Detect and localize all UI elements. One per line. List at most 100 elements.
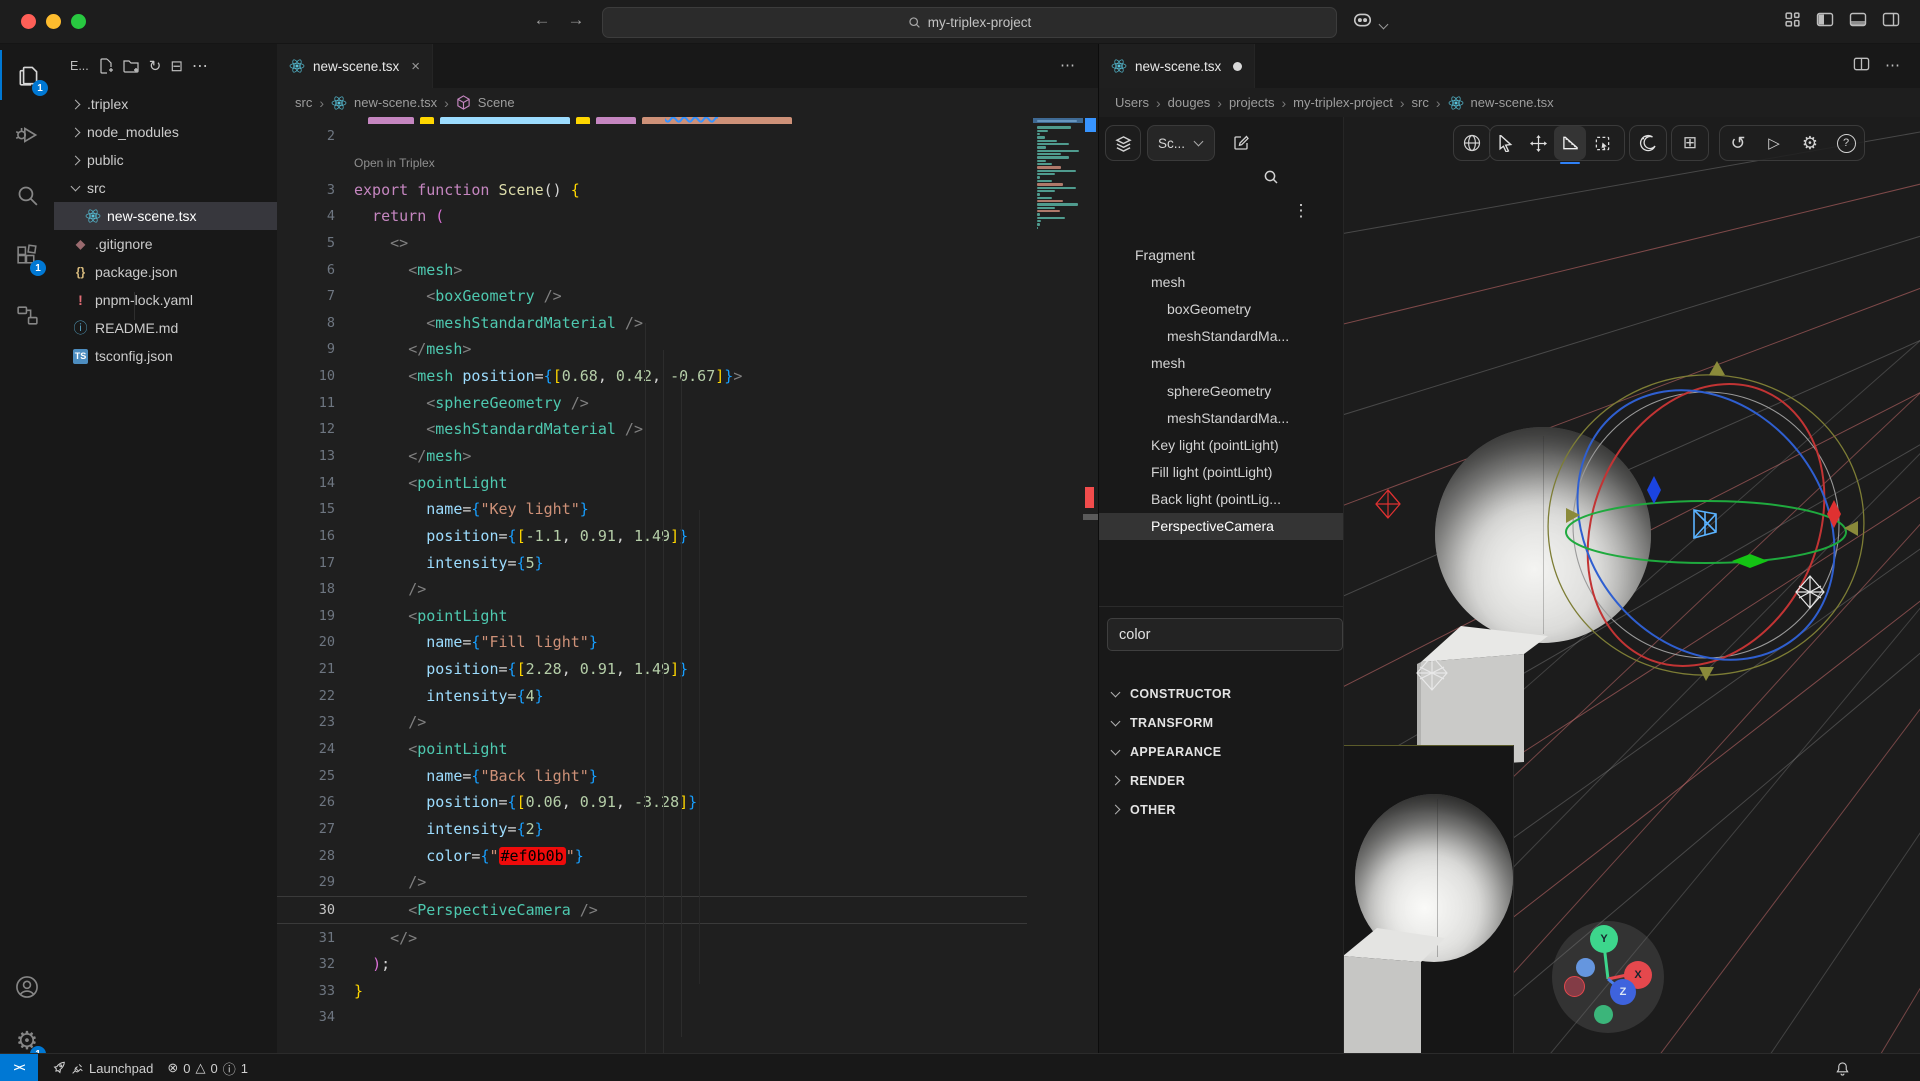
- section-appearance[interactable]: APPEARANCE: [1099, 737, 1343, 766]
- code-line-7[interactable]: 7 <boxGeometry />: [277, 283, 1027, 310]
- minimap[interactable]: [1035, 117, 1081, 1053]
- breadcrumb-item[interactable]: my-triplex-project: [1293, 95, 1393, 110]
- code-line-2[interactable]: 2: [277, 123, 1027, 150]
- navigation-gizmo[interactable]: Y X Z: [1552, 921, 1664, 1033]
- axis-neg-ball[interactable]: [1576, 958, 1595, 977]
- file-item-pnpm-lock-yaml[interactable]: !pnpm-lock.yaml: [54, 286, 277, 314]
- notifications-bell[interactable]: [1835, 1061, 1850, 1076]
- props-filter-input[interactable]: [1107, 618, 1343, 651]
- file-item-readme-md[interactable]: ⓘREADME.md: [54, 314, 277, 342]
- point-light-helper-key[interactable]: [1375, 489, 1401, 519]
- code-line-27[interactable]: 27 intensity={2}: [277, 816, 1027, 843]
- code-line-29[interactable]: 29 />: [277, 869, 1027, 896]
- launchpad-item[interactable]: Launchpad: [52, 1061, 153, 1076]
- scene-node-meshstandardma-[interactable]: meshStandardMa...: [1099, 404, 1343, 431]
- breadcrumb[interactable]: src›new-scene.tsx›Scene: [277, 88, 1098, 117]
- scene-node-perspectivecamera[interactable]: PerspectiveCamera: [1099, 513, 1343, 540]
- split-editor-icon[interactable]: [1853, 56, 1870, 72]
- scene-node-spheregeometry[interactable]: sphereGeometry: [1099, 377, 1343, 404]
- chevron-down-icon[interactable]: [1380, 15, 1389, 33]
- new-folder-icon[interactable]: [123, 58, 140, 74]
- code-line-4[interactable]: 4 return (: [277, 203, 1027, 230]
- file-item-node-modules[interactable]: node_modules: [54, 118, 277, 146]
- close-icon[interactable]: ×: [411, 58, 420, 75]
- file-item-package-json[interactable]: {}package.json: [54, 258, 277, 286]
- copilot-icon[interactable]: [1352, 11, 1373, 30]
- code-line-26[interactable]: 26 position={[0.06, 0.91, -3.28]}: [277, 789, 1027, 816]
- scene-node-fill-light-pointlight-[interactable]: Fill light (pointLight): [1099, 459, 1343, 486]
- section-other[interactable]: OTHER: [1099, 795, 1343, 824]
- code-line-25[interactable]: 25 name={"Back light"}: [277, 762, 1027, 789]
- overview-ruler[interactable]: [1083, 117, 1098, 1053]
- file-item-src[interactable]: src: [54, 174, 277, 202]
- file-item--triplex[interactable]: .triplex: [54, 90, 277, 118]
- refresh-icon[interactable]: ↻: [149, 57, 162, 75]
- globe-button[interactable]: [1453, 125, 1491, 161]
- code-line-30[interactable]: 30 <PerspectiveCamera />: [277, 896, 1027, 925]
- code-line-20[interactable]: 20 name={"Fill light"}: [277, 629, 1027, 656]
- breadcrumb-item[interactable]: src: [295, 95, 312, 110]
- section-constructor[interactable]: CONSTRUCTOR: [1099, 679, 1343, 708]
- section-render[interactable]: RENDER: [1099, 766, 1343, 795]
- code-area[interactable]: xxxxxxxx 2Open in Triplex3export functio…: [277, 117, 1098, 1053]
- editor-more-actions-icon[interactable]: ⋯: [1060, 56, 1076, 74]
- breadcrumb-item[interactable]: new-scene.tsx: [1471, 95, 1554, 110]
- undo-icon[interactable]: ↺: [1722, 126, 1754, 160]
- move-tool[interactable]: [1522, 126, 1554, 160]
- code-line-22[interactable]: 22 intensity={4}: [277, 682, 1027, 709]
- tab-new-scene[interactable]: new-scene.tsx ×: [277, 44, 433, 88]
- code-line-8[interactable]: 8 <meshStandardMaterial />: [277, 309, 1027, 336]
- code-line-23[interactable]: 23 />: [277, 709, 1027, 736]
- night-mode-button[interactable]: [1629, 125, 1667, 161]
- axis-z-ball[interactable]: Z: [1610, 979, 1636, 1005]
- axis-neg-ball[interactable]: [1564, 976, 1585, 997]
- scene-node-meshstandardma-[interactable]: meshStandardMa...: [1099, 323, 1343, 350]
- code-line-16[interactable]: 16 position={[-1.1, 0.91, 1.49]}: [277, 523, 1027, 550]
- file-item-new-scene-tsx[interactable]: new-scene.tsx: [54, 202, 277, 230]
- code-line-12[interactable]: 12 <meshStandardMaterial />: [277, 416, 1027, 443]
- code-line-17[interactable]: 17 intensity={5}: [277, 549, 1027, 576]
- breadcrumb-item[interactable]: src: [1412, 95, 1429, 110]
- section-transform[interactable]: TRANSFORM: [1099, 708, 1343, 737]
- grid-button[interactable]: ⊞: [1671, 125, 1709, 161]
- tab-triplex-new-scene[interactable]: new-scene.tsx: [1099, 44, 1255, 88]
- close-window-button[interactable]: [21, 14, 36, 29]
- 3d-viewport[interactable]: Y X Z: [1343, 117, 1920, 1053]
- code-line-10[interactable]: 10 <mesh position={[0.68, 0.42, -0.67]}>: [277, 363, 1027, 390]
- breadcrumb-item[interactable]: Scene: [478, 95, 515, 110]
- cursor-tool[interactable]: [1490, 126, 1522, 160]
- code-line-13[interactable]: 13 </mesh>: [277, 443, 1027, 470]
- triplex-breadcrumb[interactable]: Users›douges›projects›my-triplex-project…: [1099, 88, 1920, 117]
- command-center-search[interactable]: my-triplex-project: [602, 7, 1337, 38]
- triplex-more-actions-icon[interactable]: ⋯: [1885, 56, 1901, 74]
- more-actions-icon[interactable]: ⋯: [192, 56, 209, 76]
- back-arrow[interactable]: ←: [530, 10, 554, 30]
- customize-layout-icon[interactable]: [1784, 11, 1801, 28]
- scene-node-back-light-pointlig-[interactable]: Back light (pointLig...: [1099, 486, 1343, 513]
- toggle-sidebar-left-icon[interactable]: [1816, 11, 1834, 28]
- help-icon[interactable]: ?: [1830, 126, 1862, 160]
- new-file-icon[interactable]: [98, 58, 114, 74]
- collapse-all-icon[interactable]: ⊟: [170, 57, 183, 75]
- point-light-helper-back[interactable]: [1795, 575, 1825, 609]
- code-line-14[interactable]: 14 <pointLight: [277, 469, 1027, 496]
- file-item-public[interactable]: public: [54, 146, 277, 174]
- code-line-34[interactable]: 34: [277, 1004, 1027, 1031]
- code-line-24[interactable]: 24 <pointLight: [277, 736, 1027, 763]
- toggle-sidebar-right-icon[interactable]: [1882, 11, 1900, 28]
- sidebar-item-run-debug[interactable]: [0, 110, 54, 160]
- scene-select-dropdown[interactable]: Sc...: [1147, 125, 1215, 161]
- scene-node-boxgeometry[interactable]: boxGeometry: [1099, 295, 1343, 322]
- scene-node-mesh[interactable]: mesh: [1099, 350, 1343, 377]
- code-line-9[interactable]: 9 </mesh>: [277, 336, 1027, 363]
- breadcrumb-item[interactable]: Users: [1115, 95, 1149, 110]
- camera-preview[interactable]: [1343, 745, 1514, 1053]
- problems-item[interactable]: ⊗ 0 △ 0 ⓘ 1: [167, 1059, 248, 1078]
- scene-node-key-light-pointlight-[interactable]: Key light (pointLight): [1099, 431, 1343, 458]
- play-icon[interactable]: ▷: [1758, 126, 1790, 160]
- scene-node-fragment[interactable]: Fragment: [1099, 241, 1343, 268]
- code-line-19[interactable]: 19 <pointLight: [277, 603, 1027, 630]
- code-line-3[interactable]: 3export function Scene() {: [277, 176, 1027, 203]
- minimize-window-button[interactable]: [46, 14, 61, 29]
- toggle-panel-icon[interactable]: [1849, 11, 1867, 28]
